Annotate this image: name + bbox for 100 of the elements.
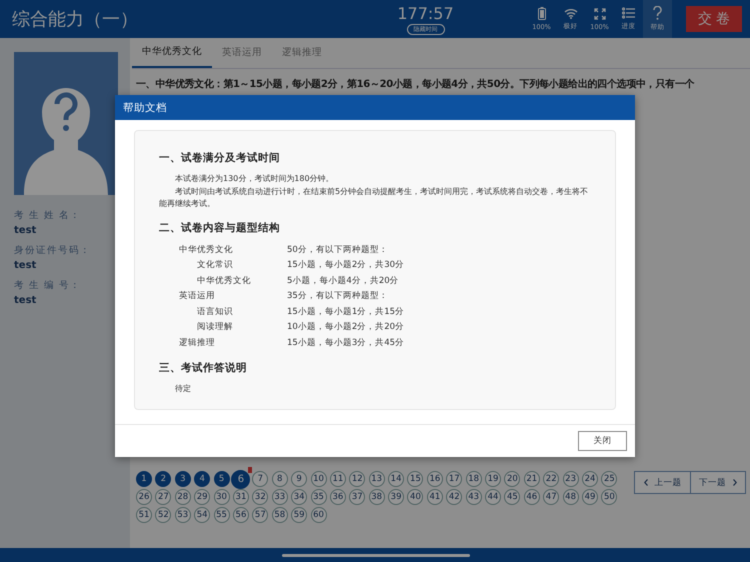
item-value: 15小题，每小题2分，共30分 — [287, 259, 404, 272]
question-number-button[interactable]: 10 — [310, 471, 327, 487]
question-number-button[interactable]: 4 — [194, 471, 210, 487]
question-number-button[interactable]: 32 — [252, 489, 268, 505]
question-number-button[interactable]: 15 — [407, 471, 424, 487]
question-instructions: 一、中华优秀文化：第1～15小题，每小题2分，第16～20小题，每小题4分，共50分。下列每小题给出的四个选项中，只有一个 — [135, 78, 696, 92]
question-number-button[interactable]: 6 — [231, 470, 250, 488]
question-number-button[interactable]: 51 — [136, 507, 152, 523]
question-number-button[interactable]: 9 — [291, 471, 308, 487]
question-number-button[interactable]: 55 — [214, 507, 230, 523]
question-number-button[interactable]: 35 — [310, 489, 327, 505]
next-button[interactable]: 下一题 — [690, 472, 745, 493]
question-number-button[interactable]: 14 — [388, 471, 404, 487]
item-label: 阅读理解 — [197, 321, 234, 334]
question-number-button[interactable]: 50 — [601, 489, 618, 505]
question-number-button[interactable]: 5 — [214, 471, 230, 487]
countdown-timer: 177:57 — [397, 4, 454, 22]
question-number-button[interactable]: 29 — [194, 489, 210, 505]
help-icon — [653, 6, 662, 20]
chevron-left-icon — [644, 479, 648, 486]
question-number-button[interactable]: 54 — [194, 507, 210, 523]
field-value: test — [14, 260, 38, 271]
field-label: 考 生 姓 名： — [14, 209, 82, 222]
paragraph: 待定 — [174, 383, 192, 395]
section-tab[interactable]: 英语运用 — [212, 38, 272, 68]
question-number-button[interactable]: 7 — [252, 471, 268, 487]
submit-button[interactable]: 交 卷 — [686, 6, 742, 32]
wifi-icon — [564, 8, 578, 18]
question-number-button[interactable]: 46 — [524, 489, 540, 505]
question-number-button[interactable]: 27 — [155, 489, 172, 505]
exam-title: 综合能力（一） — [11, 8, 139, 32]
item-value: 10小题，每小题2分，共20分 — [287, 321, 404, 334]
question-number-button[interactable]: 12 — [349, 471, 366, 487]
question-number-button[interactable]: 25 — [601, 471, 618, 487]
item-label: 英语运用 — [179, 290, 216, 303]
close-button[interactable]: 关闭 — [578, 431, 627, 451]
question-number-button[interactable]: 57 — [252, 507, 268, 523]
fullscreen-icon — [594, 8, 606, 20]
question-number-button[interactable]: 28 — [174, 489, 191, 505]
question-number-button[interactable]: 49 — [582, 489, 598, 505]
section-tab[interactable]: 中华优秀文化 — [132, 38, 212, 68]
question-number-button[interactable]: 39 — [388, 489, 404, 505]
question-number-button[interactable]: 58 — [272, 507, 288, 523]
question-number-button[interactable]: 11 — [330, 471, 346, 487]
question-number-button[interactable]: 45 — [504, 489, 520, 505]
question-number-button[interactable]: 59 — [291, 507, 308, 523]
section-heading: 二、试卷内容与题型结构 — [159, 220, 281, 234]
item-value: 15小题，每小题1分，共15分 — [287, 306, 404, 318]
item-label: 语言知识 — [197, 306, 234, 318]
question-number-button[interactable]: 36 — [330, 489, 346, 505]
question-number-button[interactable]: 20 — [504, 471, 520, 487]
question-number-button[interactable]: 3 — [174, 471, 191, 487]
section-tab[interactable]: 逻辑推理 — [272, 38, 332, 68]
question-number-button[interactable]: 41 — [426, 489, 443, 505]
question-number-button[interactable]: 17 — [446, 471, 462, 487]
item-label: 中华优秀文化 — [179, 244, 234, 256]
question-number-button[interactable]: 34 — [291, 489, 308, 505]
question-number-button[interactable]: 56 — [232, 507, 249, 523]
question-number-button[interactable]: 44 — [485, 489, 502, 505]
question-number-button[interactable]: 26 — [136, 489, 152, 505]
question-number-button[interactable]: 53 — [174, 507, 191, 523]
field-value: test — [14, 295, 38, 306]
field-label: 考 生 编 号： — [14, 279, 82, 292]
question-number-button[interactable]: 21 — [524, 471, 540, 487]
question-number-button[interactable]: 40 — [407, 489, 424, 505]
question-number-button[interactable]: 47 — [543, 489, 560, 505]
question-number-button[interactable]: 19 — [485, 471, 502, 487]
item-label: 逻辑推理 — [179, 336, 216, 350]
section-heading: 一、试卷满分及考试时间 — [159, 151, 281, 165]
question-number-button[interactable]: 16 — [426, 471, 443, 487]
field-label: 身份证件号码： — [14, 244, 92, 257]
question-number-button[interactable]: 30 — [214, 489, 230, 505]
question-number-button[interactable]: 60 — [310, 507, 327, 523]
question-number-button[interactable]: 1 — [136, 471, 152, 487]
item-value: 15小题，每小题3分，共45分 — [287, 336, 404, 350]
section-heading: 三、考试作答说明 — [159, 361, 248, 375]
question-number-button[interactable]: 42 — [446, 489, 462, 505]
question-number-button[interactable]: 24 — [582, 471, 598, 487]
question-number-button[interactable]: 13 — [368, 471, 385, 487]
question-number-button[interactable]: 8 — [272, 471, 288, 487]
previous-button[interactable]: 上一题 — [635, 472, 690, 493]
question-number-button[interactable]: 33 — [272, 489, 288, 505]
paragraph: 本试卷满分为130分，考试时间为180分钟。 — [174, 173, 335, 185]
question-number-button[interactable]: 18 — [466, 471, 482, 487]
question-number-button[interactable]: 37 — [349, 489, 366, 505]
question-number-button[interactable]: 38 — [368, 489, 385, 505]
question-number-button[interactable]: 43 — [466, 489, 482, 505]
chevron-right-icon — [733, 479, 737, 486]
question-number-button[interactable]: 22 — [543, 471, 560, 487]
item-label: 中华优秀文化 — [197, 274, 252, 288]
dialog-title: 帮助文档 — [115, 95, 635, 120]
item-value: 35分，有以下两种题型： — [287, 290, 388, 303]
question-number-button[interactable]: 31 — [232, 489, 249, 505]
question-number-button[interactable]: 48 — [562, 489, 579, 505]
question-number-button[interactable]: 2 — [155, 471, 172, 487]
field-value: test — [14, 225, 38, 236]
item-value: 50分，有以下两种题型： — [287, 244, 388, 256]
question-number-button[interactable]: 52 — [155, 507, 172, 523]
home-indicator[interactable] — [282, 554, 470, 557]
question-number-button[interactable]: 23 — [562, 471, 579, 487]
